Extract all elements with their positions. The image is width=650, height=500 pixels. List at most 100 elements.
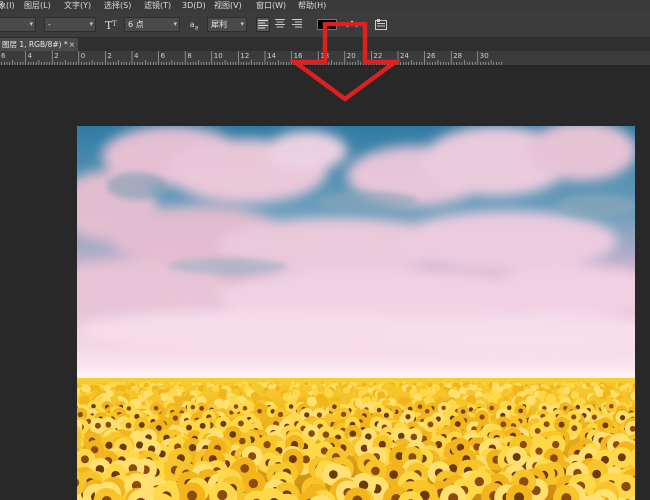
sunflower-center: [329, 470, 338, 479]
sunflower-center: [534, 427, 541, 434]
sunflower-petals: [305, 382, 309, 386]
sunflower-petals: [305, 385, 313, 392]
ruler-label: 6: [1, 52, 6, 60]
document-tab-label: 图层 1, RGB/8#) *: [2, 40, 68, 49]
sunflower-petals: [335, 384, 341, 390]
ruler-label: 14: [267, 52, 276, 60]
sunflower-center: [397, 432, 405, 440]
font-style-dropdown[interactable]: - ▾: [44, 17, 96, 32]
ruler-label: 30: [480, 52, 489, 60]
ruler-label: 24: [400, 52, 409, 60]
sunflower-center: [105, 441, 113, 449]
chevron-down-icon: ▾: [240, 20, 244, 28]
sunflower-center: [188, 443, 197, 452]
sunflower-petals: [381, 384, 386, 390]
font-size-value: 6 点: [128, 20, 144, 29]
align-center-icon[interactable]: [273, 17, 287, 32]
sunflower-center: [126, 406, 132, 411]
sunflower-petals: [413, 382, 417, 386]
menu-item-type[interactable]: 文字(Y): [64, 0, 91, 12]
sunflower-center: [263, 441, 271, 449]
sunflower-petals: [586, 382, 591, 388]
menu-item-image[interactable]: 象(I): [0, 0, 15, 12]
sunflower-center: [427, 421, 434, 428]
sunflower-center: [199, 422, 206, 429]
sunflower-petals: [439, 389, 448, 399]
sunflower-center: [500, 421, 507, 428]
sunflower-petals: [545, 394, 557, 405]
sunflower-center: [237, 420, 244, 427]
sunflower-center: [308, 430, 315, 437]
sunflower-center: [410, 433, 418, 441]
sunflower-center: [240, 464, 250, 473]
font-style-value: -: [48, 20, 51, 29]
align-left-icon[interactable]: [256, 17, 270, 32]
sunflower-petals: [370, 382, 374, 386]
sunflower-center: [389, 470, 399, 479]
sunflower-petals: [218, 389, 227, 399]
close-icon[interactable]: ×: [69, 38, 75, 51]
sunflower-petals: [427, 382, 433, 388]
document-image[interactable]: [77, 126, 635, 500]
sunflower-center: [543, 421, 550, 428]
ruler-label: 10: [214, 52, 223, 60]
sunflower-center: [460, 409, 466, 414]
menu-item-select[interactable]: 选择(S): [104, 0, 131, 12]
sunflower-center: [474, 476, 484, 487]
sunflower-petals: [385, 382, 389, 386]
sunflower-center: [199, 406, 204, 411]
sunflower-petals: [342, 386, 350, 394]
sunflower-petals: [326, 382, 330, 386]
sunflower-center: [288, 404, 294, 409]
sunflower-center: [340, 411, 347, 417]
sunflower-center: [592, 469, 601, 479]
sunflower-petals: [268, 391, 277, 400]
sunflower-center: [383, 412, 390, 418]
menu-item-help[interactable]: 帮助(H): [298, 0, 326, 12]
sunflower-center: [248, 478, 258, 489]
antialias-icon: aa: [189, 20, 199, 32]
font-size-dropdown[interactable]: 6 点 ▾: [124, 17, 180, 32]
sunflower-center: [125, 422, 132, 429]
menu-item-3d[interactable]: 3D(D): [182, 0, 206, 12]
sunflower-petals: [482, 382, 486, 386]
antialias-dropdown[interactable]: 犀利 ▾: [207, 17, 247, 32]
sunflower-center: [506, 405, 512, 410]
font-size-icon: T T: [104, 17, 120, 32]
menu-item-filter[interactable]: 滤镜(T): [144, 0, 171, 12]
menu-item-window[interactable]: 窗口(W): [256, 0, 286, 12]
ruler-label: 26: [427, 52, 436, 60]
chevron-down-icon: ▾: [173, 20, 177, 28]
sunflower-center: [518, 408, 523, 414]
sunflower-center: [172, 415, 179, 421]
menu-item-layer[interactable]: 图层(L): [24, 0, 51, 12]
sunflower-petals: [569, 383, 575, 389]
sunflower-center: [153, 405, 159, 411]
sunflower-center: [138, 421, 145, 428]
sunflower-petals: [248, 383, 252, 387]
sunflower-petals: [139, 382, 144, 388]
sunflower-center: [304, 412, 310, 418]
sunflower-petals: [197, 385, 205, 392]
sunflower-center: [591, 414, 597, 420]
sunflower-center: [91, 403, 96, 409]
sunflower-center: [417, 404, 423, 409]
ruler-label: 4: [134, 52, 139, 60]
chevron-down-icon: ▾: [89, 20, 93, 28]
sunflower-center: [454, 421, 461, 428]
document-tab[interactable]: 图层 1, RGB/8#) * ×: [0, 38, 78, 51]
menu-item-view[interactable]: 视图(V): [214, 0, 242, 12]
sunflower-center: [80, 455, 89, 464]
sunflower-center: [77, 411, 83, 418]
font-family-dropdown[interactable]: ▾: [0, 17, 36, 32]
sunflower-petals: [242, 381, 246, 385]
ruler-label: 0: [81, 52, 85, 60]
sunflower-center: [424, 408, 430, 414]
sunflower-center: [186, 424, 192, 431]
menu-bar: 象(I) 图层(L) 文字(Y) 选择(S) 滤镜(T) 3D(D) 视图(V)…: [0, 0, 650, 12]
sunflower-center: [621, 481, 631, 492]
sunflower-petals: [561, 382, 565, 386]
svg-text:T: T: [112, 20, 117, 28]
sunflower-petals: [231, 381, 235, 385]
sunflower-petals: [322, 383, 326, 387]
